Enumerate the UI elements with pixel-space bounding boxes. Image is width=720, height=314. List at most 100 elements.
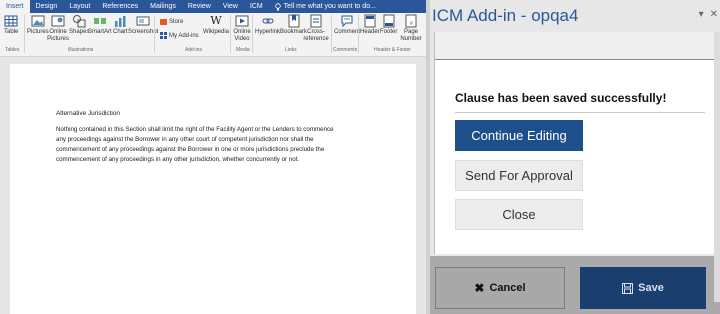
- header-icon: [364, 14, 376, 28]
- footer-button[interactable]: Footer: [380, 13, 397, 36]
- group-separator: [154, 15, 155, 53]
- table-icon: [4, 15, 18, 27]
- tab-layout[interactable]: Layout: [63, 0, 96, 13]
- group-illustrations-label: Illustrations: [68, 47, 94, 53]
- online-picture-icon: [51, 15, 65, 27]
- svg-text:#: #: [410, 21, 413, 27]
- group-addins-label: Add-ins: [185, 47, 202, 53]
- document-area: Alternative Jurisdiction Nothing contain…: [0, 58, 426, 314]
- close-icon: ✖: [474, 281, 485, 295]
- my-addins-button[interactable]: My Add-ins: [160, 32, 199, 39]
- hyperlink-label: Hyperlink: [255, 29, 281, 35]
- group-comments-label: Comments: [333, 47, 358, 53]
- ribbon-tab-bar: Insert Design Layout References Mailings…: [0, 0, 426, 13]
- chart-button[interactable]: Chart: [113, 13, 128, 36]
- group-media-label: Media: [236, 47, 250, 53]
- footer-label: Footer: [380, 29, 398, 35]
- header-label: Header: [360, 29, 380, 35]
- cross-reference-label: Cross-reference: [303, 29, 329, 42]
- table-button[interactable]: Table: [4, 13, 18, 36]
- clause-line: Nothing contained in this Section shall …: [56, 126, 334, 133]
- screenshot-icon: [136, 16, 150, 26]
- group-separator: [230, 15, 231, 53]
- pictures-label: Pictures: [27, 29, 49, 35]
- group-tables-label: Tables: [5, 47, 20, 53]
- wikipedia-label: Wikipedia: [203, 29, 230, 35]
- wikipedia-button[interactable]: W Wikipedia: [203, 13, 229, 36]
- group-separator: [358, 15, 359, 53]
- chart-icon: [115, 16, 126, 27]
- header-button[interactable]: Header: [360, 13, 380, 36]
- hyperlink-button[interactable]: Hyperlink: [255, 13, 280, 36]
- tab-review[interactable]: Review: [182, 0, 217, 13]
- panel-controls: ▾ ✕: [699, 9, 718, 20]
- cancel-label: Cancel: [489, 282, 526, 294]
- footer-icon: [383, 14, 395, 28]
- save-icon: [622, 282, 634, 294]
- cross-reference-icon: [310, 14, 322, 28]
- tell-me-box[interactable]: Tell me what you want to do...: [269, 0, 382, 13]
- shapes-icon: [73, 15, 86, 28]
- panel-footer: ✖ Cancel Save: [430, 256, 720, 314]
- clause-line: commencement of any proceedings against …: [56, 146, 325, 153]
- cross-reference-button[interactable]: Cross-reference: [303, 13, 329, 43]
- ribbon: Table Tables Pictures Online Pictures Sh…: [0, 13, 426, 57]
- continue-editing-button[interactable]: Continue Editing: [455, 120, 583, 151]
- tab-insert[interactable]: Insert: [0, 0, 30, 13]
- page-number-button[interactable]: # Page Number: [400, 13, 422, 43]
- store-icon: [160, 19, 167, 25]
- addin-task-pane: ICM Add-in - opqa4 ▾ ✕ Clause has been s…: [430, 0, 720, 314]
- store-label: Store: [169, 18, 184, 25]
- group-separator: [24, 15, 25, 53]
- close-icon[interactable]: ✕: [710, 9, 718, 20]
- group-separator: [252, 15, 253, 53]
- comment-icon: [341, 15, 353, 28]
- divider-line: [455, 112, 705, 113]
- clause-line: any proceedings against the Borrower in …: [56, 136, 314, 143]
- bookmark-icon: [288, 14, 299, 28]
- panel-title: ICM Add-in - opqa4: [432, 6, 579, 25]
- smartart-label: SmartArt: [88, 29, 112, 35]
- page-number-label: Page Number: [400, 29, 422, 42]
- addins-icon: [160, 32, 167, 39]
- video-icon: [235, 15, 249, 27]
- clause-line: commencement of any proceedings in any o…: [56, 156, 300, 163]
- group-links-label: Links: [285, 47, 297, 53]
- cancel-button[interactable]: ✖ Cancel: [435, 267, 565, 309]
- smartart-button[interactable]: SmartArt: [88, 13, 112, 36]
- table-label: Table: [4, 29, 19, 35]
- my-addins-label: My Add-ins: [169, 32, 199, 39]
- chevron-down-icon[interactable]: ▾: [699, 9, 704, 20]
- save-button[interactable]: Save: [580, 267, 706, 309]
- tell-me-text: Tell me what you want to do...: [283, 3, 376, 10]
- group-header-footer-label: Header & Footer: [374, 47, 411, 53]
- online-video-button[interactable]: Online Video: [233, 13, 251, 43]
- online-pictures-label: Online Pictures: [47, 29, 69, 42]
- tab-design[interactable]: Design: [30, 0, 64, 13]
- clause-paragraph: Nothing contained in this Section shall …: [56, 125, 374, 165]
- clause-heading: Alternative Jurisdiction: [56, 110, 120, 117]
- save-label: Save: [638, 282, 664, 294]
- store-button[interactable]: Store: [160, 18, 183, 25]
- picture-icon: [31, 15, 45, 27]
- tab-mailings[interactable]: Mailings: [144, 0, 182, 13]
- send-for-approval-button[interactable]: Send For Approval: [455, 160, 583, 191]
- tab-references[interactable]: References: [96, 0, 144, 13]
- dialog-header-band: [435, 32, 715, 60]
- link-icon: [262, 18, 273, 24]
- shapes-button[interactable]: Shapes: [69, 13, 89, 36]
- smartart-icon: [93, 18, 106, 24]
- chart-label: Chart: [113, 29, 128, 35]
- online-pictures-button[interactable]: Online Pictures: [47, 13, 69, 43]
- comment-button[interactable]: Comment: [334, 13, 360, 36]
- pictures-button[interactable]: Pictures: [27, 13, 49, 36]
- page-number-icon: #: [405, 14, 417, 28]
- online-video-label: Online Video: [233, 29, 251, 42]
- tab-icm[interactable]: ICM: [244, 0, 269, 13]
- success-dialog: Clause has been saved successfully! Cont…: [434, 32, 716, 254]
- tab-view[interactable]: View: [217, 0, 244, 13]
- scrollbar[interactable]: [714, 32, 720, 302]
- wikipedia-icon: W: [210, 14, 222, 27]
- document-page[interactable]: Alternative Jurisdiction Nothing contain…: [10, 64, 416, 314]
- close-button[interactable]: Close: [455, 199, 583, 230]
